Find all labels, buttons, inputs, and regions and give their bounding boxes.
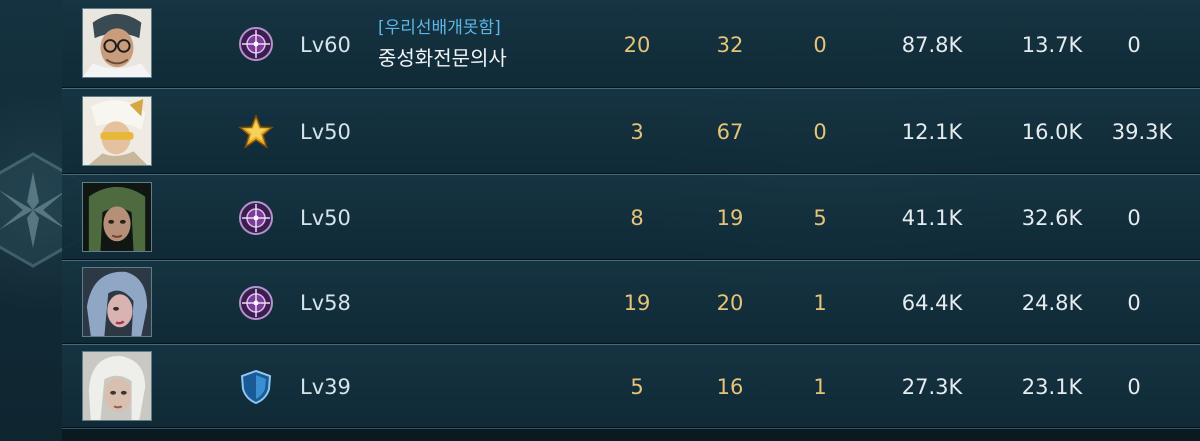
- player-portrait: [82, 182, 152, 252]
- player-portrait: [82, 351, 152, 421]
- healing-value: 39.3K: [1111, 120, 1173, 144]
- player-row[interactable]: Lv50 8 19 5 41.1K 32.6K 0: [62, 174, 1200, 260]
- player-name[interactable]: 중성화전문의사: [378, 46, 507, 70]
- player-level: Lv39: [300, 375, 351, 399]
- kills-value: 8: [630, 206, 644, 230]
- scoreboard-list: Lv60 [우리선배개못함] 중성화전문의사 20 32 0 87.8K 13.…: [0, 0, 1200, 441]
- player-row[interactable]: Lv39 5 16 1 27.3K 23.1K 0: [62, 344, 1200, 428]
- guild-name[interactable]: [우리선배개못함]: [378, 18, 501, 38]
- healing-value: 0: [1127, 291, 1141, 315]
- player-portrait: [82, 8, 152, 78]
- deaths-value: 19: [716, 206, 744, 230]
- player-row[interactable]: Lv58 19 20 1 64.4K 24.8K 0: [62, 260, 1200, 344]
- damage-dealt-value: 27.3K: [901, 375, 963, 399]
- list-bottom-edge: [62, 428, 1200, 441]
- class-crosshair-icon: [238, 26, 274, 62]
- healing-value: 0: [1127, 33, 1141, 57]
- kills-value: 3: [630, 120, 644, 144]
- kills-value: 20: [623, 33, 651, 57]
- damage-taken-value: 32.6K: [1021, 206, 1083, 230]
- player-row[interactable]: Lv50 3 67 0 12.1K 16.0K 39.3K: [62, 88, 1200, 174]
- healing-value: 0: [1127, 206, 1141, 230]
- kills-value: 5: [630, 375, 644, 399]
- kills-value: 19: [623, 291, 651, 315]
- class-crosshair-icon: [238, 200, 274, 236]
- healing-value: 0: [1127, 375, 1141, 399]
- assists-value: 1: [813, 291, 827, 315]
- assists-value: 0: [813, 33, 827, 57]
- deaths-value: 32: [716, 33, 744, 57]
- damage-dealt-value: 87.8K: [901, 33, 963, 57]
- deaths-value: 16: [716, 375, 744, 399]
- damage-dealt-value: 64.4K: [901, 291, 963, 315]
- player-portrait: [82, 96, 152, 166]
- class-shield-icon: [238, 369, 274, 405]
- damage-taken-value: 16.0K: [1021, 120, 1083, 144]
- deaths-value: 67: [716, 120, 744, 144]
- deaths-value: 20: [716, 291, 744, 315]
- class-crosshair-icon: [238, 285, 274, 321]
- player-row[interactable]: Lv60 [우리선배개못함] 중성화전문의사 20 32 0 87.8K 13.…: [62, 0, 1200, 88]
- assists-value: 1: [813, 375, 827, 399]
- damage-taken-value: 24.8K: [1021, 291, 1083, 315]
- assists-value: 5: [813, 206, 827, 230]
- class-star-icon: [238, 114, 274, 150]
- assists-value: 0: [813, 120, 827, 144]
- player-level: Lv50: [300, 120, 351, 144]
- player-portrait: [82, 267, 152, 337]
- player-level: Lv60: [300, 33, 351, 57]
- damage-dealt-value: 12.1K: [901, 120, 963, 144]
- damage-taken-value: 23.1K: [1021, 375, 1083, 399]
- player-level: Lv58: [300, 291, 351, 315]
- damage-taken-value: 13.7K: [1021, 33, 1083, 57]
- damage-dealt-value: 41.1K: [901, 206, 963, 230]
- player-level: Lv50: [300, 206, 351, 230]
